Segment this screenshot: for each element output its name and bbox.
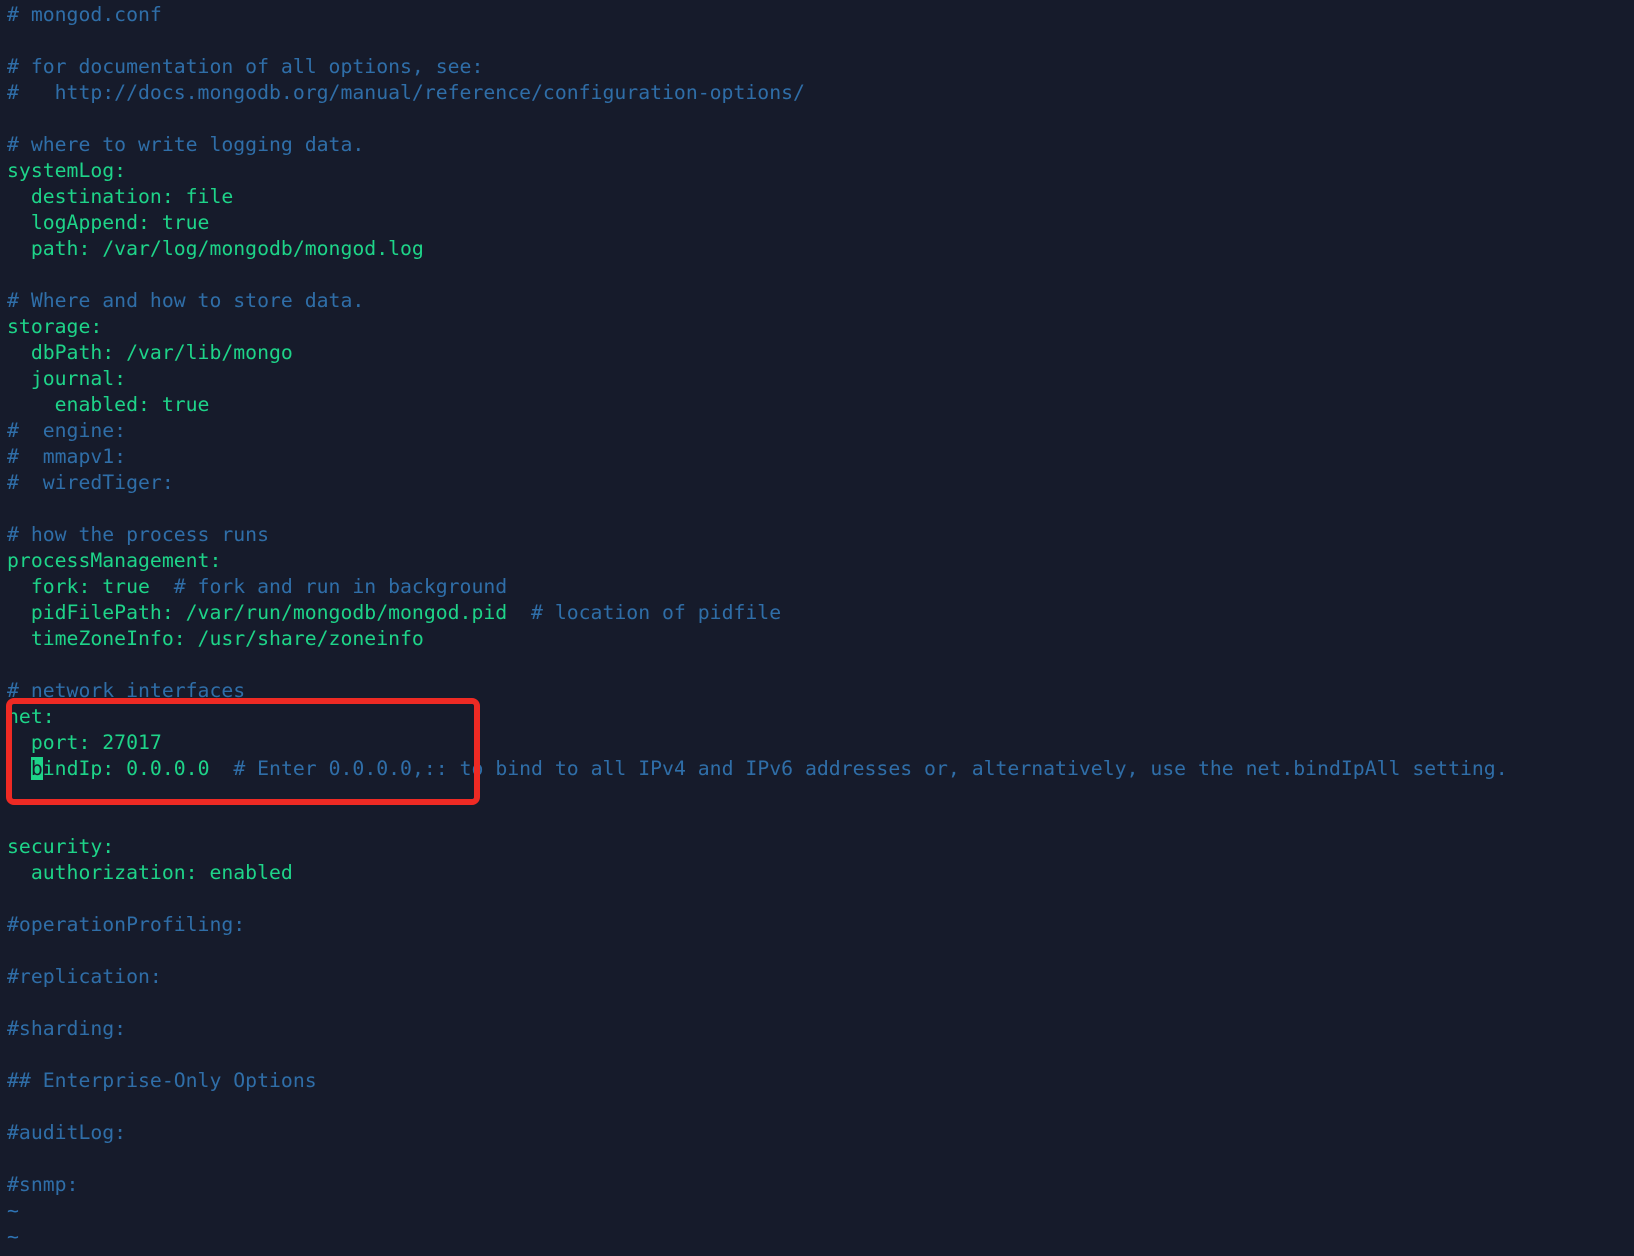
editor-line[interactable] bbox=[7, 938, 1634, 964]
editor-line[interactable]: path: /var/log/mongodb/mongod.log bbox=[7, 236, 1634, 262]
editor-line[interactable] bbox=[7, 28, 1634, 54]
editor-line[interactable]: destination: file bbox=[7, 184, 1634, 210]
vim-editor[interactable]: # mongod.conf # for documentation of all … bbox=[0, 0, 1634, 1256]
text-cursor: b bbox=[30, 757, 43, 780]
comment-text: # how the process runs bbox=[7, 523, 270, 546]
editor-line[interactable] bbox=[7, 1094, 1634, 1120]
comment-text: # where to write logging data. bbox=[7, 133, 365, 156]
comment-text: #auditLog: bbox=[7, 1121, 127, 1144]
editor-line[interactable]: ## Enterprise-Only Options bbox=[7, 1068, 1634, 1094]
config-file-content[interactable]: # mongod.conf # for documentation of all … bbox=[7, 2, 1634, 1250]
config-text: journal: bbox=[7, 367, 127, 390]
comment-text: #replication: bbox=[7, 965, 162, 988]
editor-line[interactable] bbox=[7, 1042, 1634, 1068]
config-text: storage: bbox=[7, 315, 103, 338]
config-text: enabled: true bbox=[7, 393, 210, 416]
editor-line[interactable]: timeZoneInfo: /usr/share/zoneinfo bbox=[7, 626, 1634, 652]
config-text: timeZoneInfo: /usr/share/zoneinfo bbox=[7, 627, 424, 650]
editor-line[interactable]: enabled: true bbox=[7, 392, 1634, 418]
editor-line[interactable] bbox=[7, 808, 1634, 834]
editor-line[interactable]: #auditLog: bbox=[7, 1120, 1634, 1146]
comment-text: # network interfaces bbox=[7, 679, 246, 702]
editor-line[interactable]: dbPath: /var/lib/mongo bbox=[7, 340, 1634, 366]
editor-line[interactable]: # for documentation of all options, see: bbox=[7, 54, 1634, 80]
tilde-marker: ~ bbox=[7, 1199, 19, 1222]
config-text: indIp: 0.0.0.0 bbox=[42, 757, 234, 780]
editor-line[interactable]: # mongod.conf bbox=[7, 2, 1634, 28]
editor-line[interactable]: # Where and how to store data. bbox=[7, 288, 1634, 314]
editor-line[interactable]: port: 27017 bbox=[7, 730, 1634, 756]
editor-line[interactable]: #operationProfiling: bbox=[7, 912, 1634, 938]
config-text: logAppend: true bbox=[7, 211, 210, 234]
empty-buffer-line[interactable]: ~ bbox=[7, 1224, 1634, 1250]
comment-text: #snmp: bbox=[7, 1173, 79, 1196]
editor-line[interactable] bbox=[7, 106, 1634, 132]
editor-line[interactable] bbox=[7, 652, 1634, 678]
editor-line[interactable] bbox=[7, 262, 1634, 288]
editor-line[interactable]: security: bbox=[7, 834, 1634, 860]
config-text: security: bbox=[7, 835, 115, 858]
config-text: fork: true bbox=[7, 575, 174, 598]
inline-comment-text: # location of pidfile bbox=[531, 601, 782, 624]
comment-text: #operationProfiling: bbox=[7, 913, 246, 936]
empty-buffer-line[interactable]: ~ bbox=[7, 1198, 1634, 1224]
editor-line[interactable]: fork: true # fork and run in background bbox=[7, 574, 1634, 600]
config-text: systemLog: bbox=[7, 159, 127, 182]
editor-line[interactable]: logAppend: true bbox=[7, 210, 1634, 236]
editor-line[interactable]: bindIp: 0.0.0.0 # Enter 0.0.0.0,:: to bi… bbox=[7, 756, 1634, 782]
editor-line[interactable] bbox=[7, 990, 1634, 1016]
editor-line[interactable] bbox=[7, 1146, 1634, 1172]
comment-text: #sharding: bbox=[7, 1017, 127, 1040]
comment-text: # wiredTiger: bbox=[7, 471, 174, 494]
editor-line[interactable]: #replication: bbox=[7, 964, 1634, 990]
editor-line[interactable]: # http://docs.mongodb.org/manual/referen… bbox=[7, 80, 1634, 106]
editor-line[interactable] bbox=[7, 782, 1634, 808]
comment-text: # mmapv1: bbox=[7, 445, 127, 468]
editor-line[interactable] bbox=[7, 886, 1634, 912]
comment-text: # engine: bbox=[7, 419, 127, 442]
editor-line[interactable]: # network interfaces bbox=[7, 678, 1634, 704]
editor-line[interactable]: systemLog: bbox=[7, 158, 1634, 184]
editor-line[interactable]: storage: bbox=[7, 314, 1634, 340]
editor-line[interactable]: # how the process runs bbox=[7, 522, 1634, 548]
indent-text bbox=[7, 757, 31, 780]
comment-text: ## Enterprise-Only Options bbox=[7, 1069, 317, 1092]
config-text: port: 27017 bbox=[7, 731, 162, 754]
tilde-marker: ~ bbox=[7, 1225, 19, 1248]
inline-comment-text: # Enter 0.0.0.0,:: to bind to all IPv4 a… bbox=[233, 757, 1508, 780]
comment-text: # Where and how to store data. bbox=[7, 289, 365, 312]
config-text: processManagement: bbox=[7, 549, 222, 572]
editor-line[interactable]: journal: bbox=[7, 366, 1634, 392]
editor-line[interactable]: # where to write logging data. bbox=[7, 132, 1634, 158]
editor-line[interactable]: pidFilePath: /var/run/mongodb/mongod.pid… bbox=[7, 600, 1634, 626]
editor-line[interactable]: # wiredTiger: bbox=[7, 470, 1634, 496]
config-text: pidFilePath: /var/run/mongodb/mongod.pid bbox=[7, 601, 532, 624]
editor-line[interactable]: net: bbox=[7, 704, 1634, 730]
config-text: authorization: enabled bbox=[7, 861, 293, 884]
config-text: dbPath: /var/lib/mongo bbox=[7, 341, 293, 364]
editor-line[interactable]: # engine: bbox=[7, 418, 1634, 444]
editor-line[interactable] bbox=[7, 496, 1634, 522]
editor-line[interactable]: #sharding: bbox=[7, 1016, 1634, 1042]
inline-comment-text: # fork and run in background bbox=[173, 575, 508, 598]
comment-text: # for documentation of all options, see: bbox=[7, 55, 484, 78]
config-text: path: /var/log/mongodb/mongod.log bbox=[7, 237, 424, 260]
comment-text: # http://docs.mongodb.org/manual/referen… bbox=[7, 81, 805, 104]
config-text: destination: file bbox=[7, 185, 234, 208]
comment-text: # mongod.conf bbox=[7, 3, 162, 26]
editor-line[interactable]: authorization: enabled bbox=[7, 860, 1634, 886]
editor-line[interactable]: #snmp: bbox=[7, 1172, 1634, 1198]
editor-line[interactable]: # mmapv1: bbox=[7, 444, 1634, 470]
config-text: net: bbox=[7, 705, 55, 728]
editor-line[interactable]: processManagement: bbox=[7, 548, 1634, 574]
